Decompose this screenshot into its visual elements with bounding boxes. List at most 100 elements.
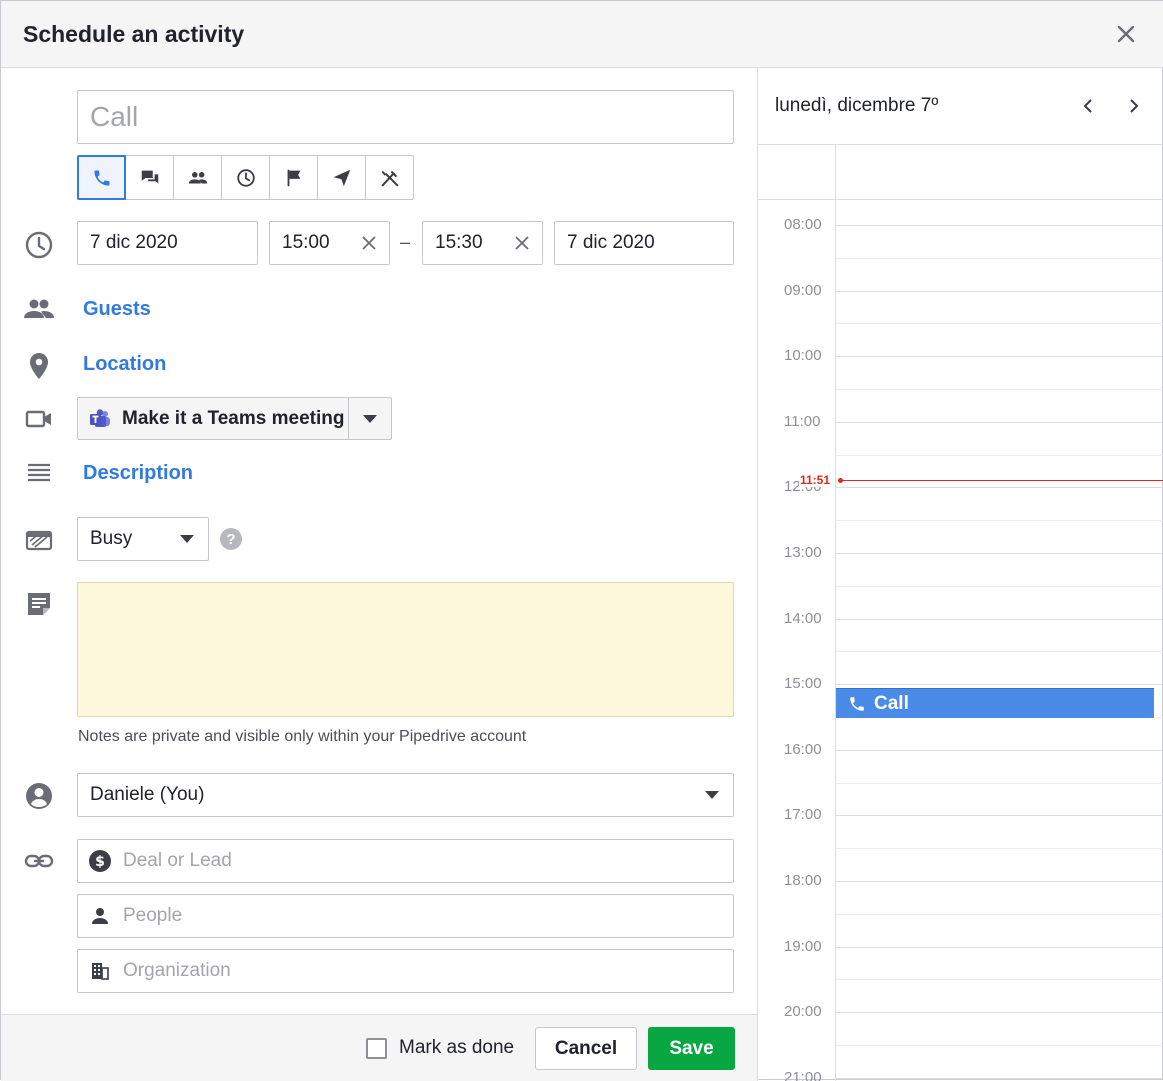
half-hour-line [835,454,1163,456]
description-link[interactable]: Description [83,462,193,485]
type-lunch-button[interactable] [365,155,414,200]
hour-label: 20:00 [784,1003,822,1021]
cancel-button[interactable]: Cancel [535,1027,637,1070]
help-icon[interactable]: ? [220,528,242,550]
caret-down-icon [705,791,719,799]
end-time-value: 15:30 [435,232,483,253]
building-icon [88,959,112,983]
end-date-value: 7 dic 2020 [567,232,655,253]
half-hour-line [835,913,1163,915]
teams-meeting-label: Make it a Teams meeting [122,407,345,429]
half-hour-line [835,782,1163,784]
chat-bubbles-icon [141,170,158,183]
mark-as-done-checkbox[interactable] [366,1038,387,1059]
teams-meeting-button[interactable]: Make it a Teams meeting [78,398,350,439]
hour-line [835,946,1163,948]
send-icon [333,169,350,186]
type-task-button[interactable] [269,155,318,200]
mark-as-done-label[interactable]: Mark as done [399,1037,514,1059]
type-call-button[interactable] [77,155,126,200]
teams-options-dropdown[interactable] [349,398,391,439]
save-button[interactable]: Save [648,1027,735,1070]
note-textarea[interactable] [77,582,734,717]
phone-icon [94,170,109,185]
person-icon [88,904,112,928]
people-icon [188,171,207,183]
close-button[interactable] [1111,19,1141,49]
hour-label: 08:00 [784,216,822,233]
next-day-button[interactable] [1121,93,1147,119]
clear-end-time-icon[interactable] [514,235,530,251]
type-deadline-button[interactable] [221,155,270,200]
activity-form: Call 7 dic 2020 15:00 – 15:30 7 dic 2020… [1,68,757,1014]
start-time-value: 15:00 [282,232,330,253]
clock-icon [23,229,55,261]
half-hour-line [835,1045,1163,1046]
event-title: Call [874,692,909,714]
availability-icon [23,524,55,556]
hour-line [835,1077,1163,1079]
type-email-button[interactable] [317,155,366,200]
chevron-right-icon [1130,99,1139,113]
calendar-header: lunedì, dicembre 7º [758,68,1163,145]
hour-label: 21:00 [784,1068,822,1081]
guests-icon [23,293,55,325]
owner-value: Daniele (You) [90,784,205,805]
availability-select[interactable]: Busy [77,517,209,561]
clear-start-time-icon[interactable] [361,235,377,251]
half-hour-line [835,323,1163,325]
video-camera-icon [23,403,55,435]
start-time-input[interactable]: 15:00 [269,221,390,265]
dollar-icon: $ [88,849,112,873]
hour-label: 19:00 [784,937,822,955]
type-meeting-button[interactable] [125,155,174,200]
note-privacy-hint: Notes are private and visible only withi… [78,728,527,745]
start-date-input[interactable]: 7 dic 2020 [77,221,258,265]
user-icon [23,780,55,812]
deal-or-lead-input[interactable]: $ Deal or Lead [77,839,734,883]
hour-line [835,815,1163,817]
calendar-event-call[interactable]: Call [836,688,1154,718]
location-link[interactable]: Location [83,353,166,376]
half-hour-line [835,979,1163,981]
teams-meeting-split-button: Make it a Teams meeting [77,397,392,440]
hour-label: 15:00 [784,675,822,693]
half-hour-line [835,257,1163,259]
dialog-header: Schedule an activity [1,1,1163,68]
caret-down-icon [363,414,378,423]
organization-input[interactable]: Organization [77,949,734,993]
guests-link[interactable]: Guests [83,298,151,321]
end-time-input[interactable]: 15:30 [422,221,543,265]
subject-input[interactable]: Call [77,90,734,144]
type-group-button[interactable] [173,155,222,200]
people-input[interactable]: People [77,894,734,938]
hour-label: 17:00 [784,806,822,824]
clock-icon [236,168,255,187]
activity-type-selector [77,155,414,200]
flag-icon [287,169,300,186]
note-icon [23,588,55,620]
hour-line [835,881,1163,882]
half-hour-line [835,520,1163,522]
link-chain-icon [23,845,55,877]
location-pin-icon [23,350,55,382]
svg-text:$: $ [95,854,105,870]
hour-line [835,421,1163,423]
hour-label: 09:00 [784,281,822,299]
schedule-activity-dialog: Schedule an activity Call 7 dic 2020 15:… [0,0,1163,1081]
half-hour-line [835,585,1163,587]
current-time-label: 11:51 [799,473,832,487]
hour-line [835,684,1163,686]
hour-line [835,290,1163,292]
owner-select[interactable]: Daniele (You) [77,773,734,817]
organization-placeholder: Organization [123,960,231,981]
calendar-date: lunedì, dicembre 7º [775,95,939,116]
hour-line [835,618,1163,620]
chevron-left-icon [1083,99,1092,113]
hour-line [835,487,1163,489]
previous-day-button[interactable] [1075,93,1101,119]
end-date-input[interactable]: 7 dic 2020 [554,221,734,265]
hour-line [835,356,1163,358]
day-calendar-panel: lunedì, dicembre 7º 08:00 09:00 10:00 11:00… [757,68,1163,1081]
hour-line [835,553,1163,554]
